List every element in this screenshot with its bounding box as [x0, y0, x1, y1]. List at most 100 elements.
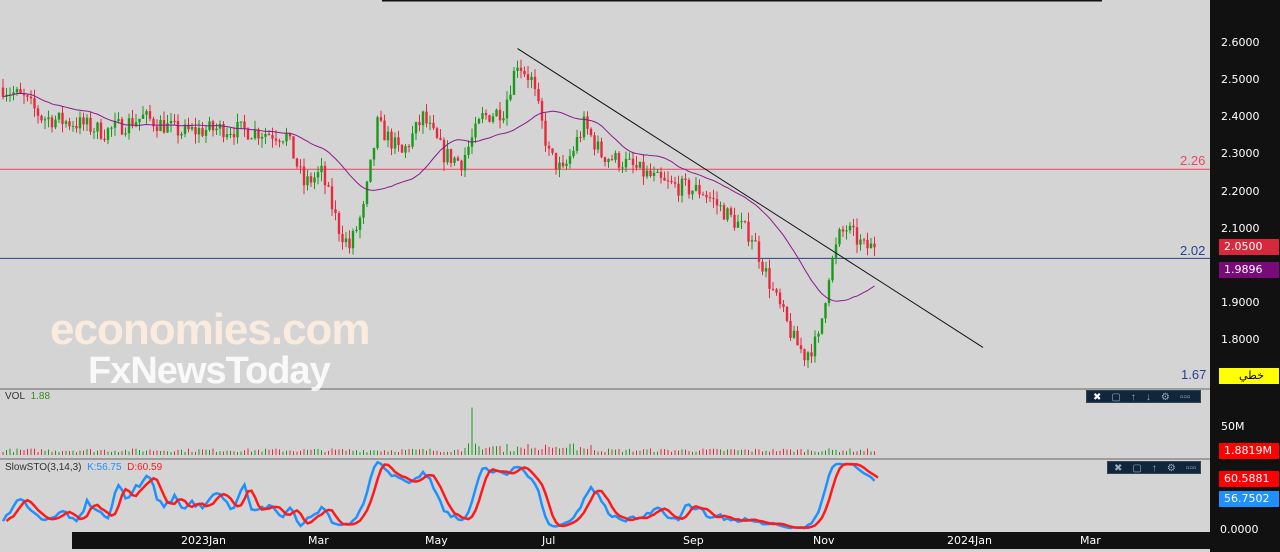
- stoch-tick: 0.0000: [1220, 523, 1259, 536]
- candle-body: [68, 121, 71, 127]
- candle-body: [505, 99, 509, 119]
- candle-body: [628, 158, 631, 160]
- more-icon[interactable]: ▫▫▫: [1186, 462, 1197, 474]
- maximize-icon[interactable]: ▢: [1111, 391, 1120, 403]
- candle-body: [194, 126, 197, 135]
- candle-body: [260, 136, 264, 139]
- candle-body: [78, 117, 82, 129]
- drawing-type-badge[interactable]: خطي: [1219, 368, 1279, 384]
- candle-body: [838, 229, 841, 245]
- gear-icon[interactable]: ⚙: [1161, 391, 1170, 403]
- candle-body: [201, 128, 204, 136]
- more-icon[interactable]: ▫▫▫: [1180, 391, 1191, 403]
- gear-icon[interactable]: ⚙: [1167, 462, 1176, 474]
- candle-body: [390, 131, 393, 149]
- candle-body: [418, 122, 421, 126]
- candle-body: [656, 171, 659, 173]
- candle-body: [404, 146, 407, 153]
- candle-body: [355, 229, 358, 231]
- hline-label-226: 2.26: [1180, 153, 1206, 168]
- candle-body: [537, 89, 540, 102]
- candle-body: [589, 128, 593, 136]
- candle-body: [120, 119, 124, 135]
- candle-body: [684, 178, 687, 180]
- close-icon[interactable]: ✖: [1093, 391, 1101, 403]
- candle-body: [173, 120, 176, 122]
- candle-body: [726, 208, 729, 220]
- candle-body: [446, 148, 449, 163]
- candle-body: [36, 108, 40, 116]
- move-down-icon[interactable]: ↓: [1146, 391, 1151, 403]
- candle-body: [313, 177, 316, 183]
- candle-body: [54, 119, 57, 128]
- candle-body: [323, 165, 327, 186]
- candle-body: [250, 138, 253, 140]
- candle-body: [495, 109, 498, 117]
- candle-body: [792, 330, 796, 338]
- candle-body: [386, 131, 390, 141]
- candle-body: [176, 120, 180, 136]
- stoch-title: SlowSTO(3,14,3) K:56.75 D:60.59: [5, 462, 163, 473]
- time-tick-label: May: [425, 534, 448, 547]
- time-tick-label: Mar: [308, 534, 329, 547]
- candle-body: [82, 117, 85, 125]
- price-tick-label: 2.2000: [1221, 184, 1260, 198]
- candle-body: [1, 87, 5, 97]
- candle-body: [530, 76, 533, 81]
- candle-body: [19, 89, 22, 93]
- candle-body: [428, 122, 432, 124]
- candle-body: [239, 121, 243, 123]
- move-up-icon[interactable]: ↑: [1131, 391, 1136, 403]
- candle-body: [855, 227, 859, 245]
- candle-body: [71, 125, 75, 127]
- candle-body: [467, 146, 470, 155]
- candle-body: [162, 120, 166, 133]
- last-price-tag: 2.0500: [1219, 239, 1279, 255]
- candle-body: [358, 217, 362, 230]
- candle-body: [330, 186, 334, 210]
- maximize-icon[interactable]: ▢: [1132, 462, 1141, 474]
- move-up-icon[interactable]: ↑: [1152, 462, 1157, 474]
- candle-body: [141, 114, 145, 119]
- candle-body: [701, 194, 705, 196]
- price-tick-label: 2.3000: [1221, 147, 1260, 161]
- candle-body: [635, 165, 638, 168]
- vol-panel-toolbar: ✖ ▢ ↑ ↓ ⚙ ▫▫▫: [1086, 390, 1201, 403]
- candle-body: [862, 239, 866, 241]
- candle-body: [432, 122, 435, 129]
- candle-body: [442, 139, 446, 163]
- candle-body: [334, 209, 337, 214]
- vol-title: VOL 1.88: [5, 391, 51, 402]
- candle-body: [708, 197, 712, 199]
- candle-body: [680, 178, 684, 196]
- candle-body: [848, 225, 852, 231]
- candle-body: [775, 289, 778, 293]
- candle-body: [281, 141, 285, 143]
- candle-body: [572, 150, 575, 157]
- candle-body: [810, 352, 813, 357]
- candle-body: [803, 349, 806, 361]
- candle-body: [456, 157, 460, 161]
- candle-body: [372, 147, 376, 160]
- candle-body: [617, 153, 621, 168]
- vol-last-tag: 1.8819M: [1219, 443, 1279, 459]
- candle-body: [425, 111, 428, 124]
- candle-body: [831, 257, 834, 281]
- candle-body: [169, 120, 173, 124]
- time-tick-label: Jul: [542, 534, 556, 547]
- chart-canvas[interactable]: [0, 0, 1210, 552]
- candle-body: [299, 166, 302, 168]
- candle-body: [414, 122, 418, 134]
- candle-body: [295, 158, 299, 167]
- candle-body: [631, 158, 635, 166]
- candle-body: [852, 225, 855, 228]
- candle-body: [778, 292, 782, 305]
- candle-body: [820, 318, 824, 334]
- time-axis[interactable]: [72, 532, 1210, 549]
- candle-body: [663, 177, 666, 181]
- candle-body: [610, 159, 614, 161]
- stoch-k-tag: 56.7502: [1219, 491, 1279, 507]
- candle-body: [747, 221, 750, 242]
- close-icon[interactable]: ✖: [1114, 462, 1122, 474]
- price-tick-label: 2.6000: [1221, 36, 1260, 49]
